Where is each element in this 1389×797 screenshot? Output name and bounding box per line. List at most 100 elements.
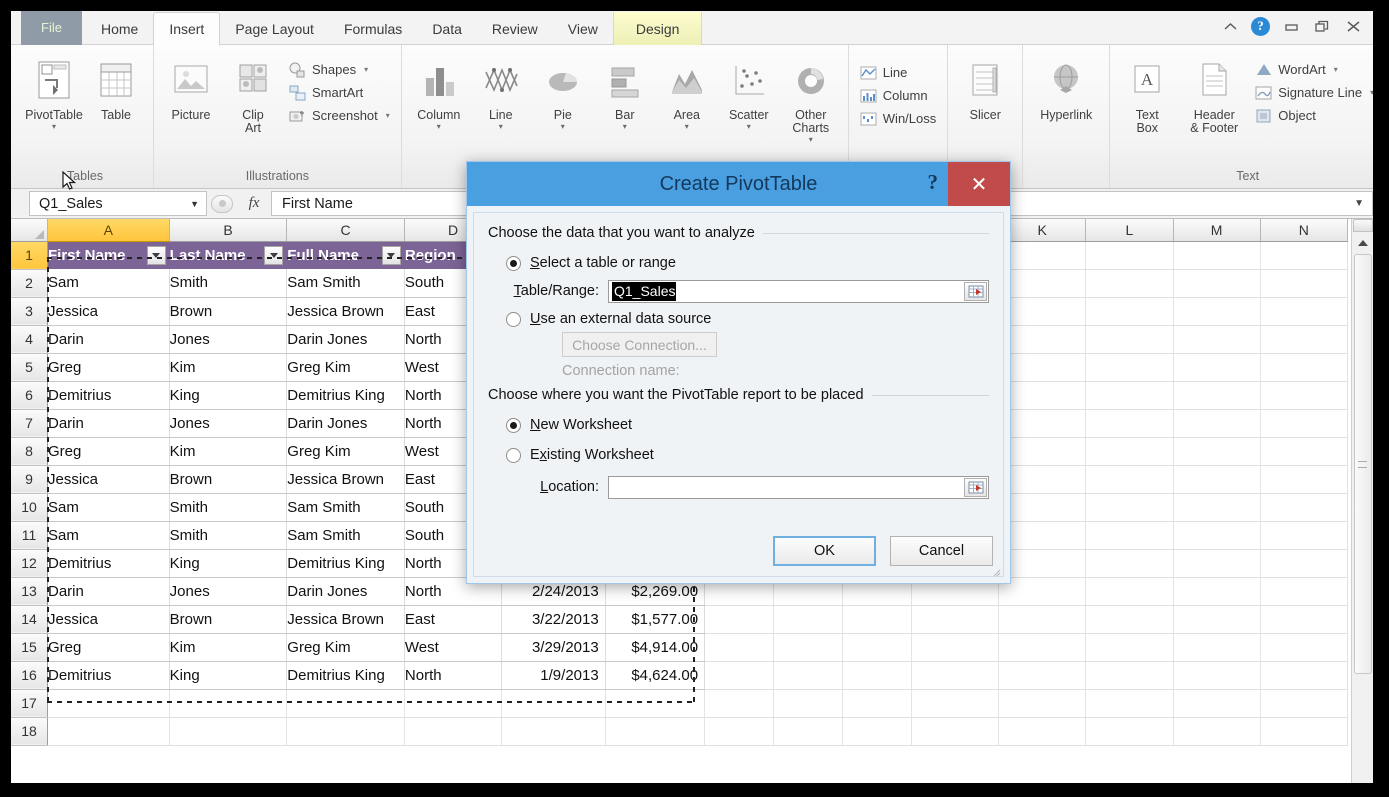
- tab-page-layout[interactable]: Page Layout: [220, 13, 329, 45]
- cell-blank[interactable]: [1086, 465, 1173, 493]
- cell-last-name[interactable]: King: [169, 661, 287, 689]
- cell-blank[interactable]: [169, 717, 287, 745]
- name-box[interactable]: Q1_Sales ▼: [29, 191, 207, 216]
- cell-first-name[interactable]: Demitrius: [48, 381, 170, 409]
- cell-blank[interactable]: [1086, 577, 1173, 605]
- cell-last-name[interactable]: Kim: [169, 437, 287, 465]
- existing-worksheet-radio[interactable]: [506, 448, 521, 463]
- cell-blank[interactable]: [1173, 325, 1260, 353]
- cell-blank[interactable]: [1173, 381, 1260, 409]
- cell-blank[interactable]: [911, 605, 998, 633]
- cell-blank[interactable]: [1260, 325, 1347, 353]
- cell-blank[interactable]: [1086, 493, 1173, 521]
- cell-blank[interactable]: [842, 605, 911, 633]
- table-header-last-name[interactable]: Last Name: [169, 241, 287, 269]
- help-icon[interactable]: ?: [1251, 17, 1270, 36]
- cell-blank[interactable]: [999, 381, 1086, 409]
- object-button[interactable]: Object: [1250, 104, 1373, 127]
- range-selector-icon[interactable]: [964, 478, 987, 497]
- cell-first-name[interactable]: Greg: [48, 353, 170, 381]
- picture-button[interactable]: Picture: [160, 51, 222, 122]
- column-chart-button[interactable]: Column ▾: [408, 51, 470, 130]
- line-chart-button[interactable]: Line ▾: [470, 51, 532, 130]
- cell-first-name[interactable]: Jessica: [48, 605, 170, 633]
- cell-last-name[interactable]: Jones: [169, 325, 287, 353]
- cell-blank[interactable]: [1173, 605, 1260, 633]
- chevron-down-icon[interactable]: ▾: [364, 65, 368, 74]
- cell-blank[interactable]: [1260, 549, 1347, 577]
- other-charts-button[interactable]: Other Charts ▾: [780, 51, 842, 143]
- text-box-button[interactable]: A Text Box: [1116, 51, 1178, 135]
- clip-art-button[interactable]: Clip Art: [222, 51, 284, 135]
- insert-function-icon[interactable]: fx: [237, 189, 271, 218]
- row-header-2[interactable]: 2: [11, 269, 48, 297]
- cell-blank[interactable]: [1086, 409, 1173, 437]
- chevron-down-icon[interactable]: ▼: [1354, 198, 1364, 209]
- tab-file[interactable]: File: [21, 11, 82, 45]
- column-header-a[interactable]: A: [48, 219, 170, 241]
- cell-blank[interactable]: [1086, 689, 1173, 717]
- tab-home[interactable]: Home: [86, 13, 153, 45]
- table-header-first-name[interactable]: First Name: [48, 241, 170, 269]
- location-input[interactable]: [608, 476, 989, 499]
- cell-full-name[interactable]: Demitrius King: [287, 549, 405, 577]
- cell-blank[interactable]: [1260, 269, 1347, 297]
- select-range-radio-row[interactable]: SSelect a table or rangeelect a table or…: [506, 250, 989, 276]
- cell-full-name[interactable]: Jessica Brown: [287, 605, 405, 633]
- cell-blank[interactable]: [999, 633, 1086, 661]
- sparkline-winloss-button[interactable]: Win/Loss: [855, 107, 941, 130]
- cell-region[interactable]: North: [404, 661, 501, 689]
- cell-last-name[interactable]: Jones: [169, 577, 287, 605]
- cell-blank[interactable]: [1260, 409, 1347, 437]
- cell-blank[interactable]: [1086, 661, 1173, 689]
- chevron-down-icon[interactable]: ▾: [561, 123, 565, 130]
- tab-design[interactable]: Design: [613, 12, 703, 45]
- row-header-15[interactable]: 15: [11, 633, 48, 661]
- cell-blank[interactable]: [1086, 605, 1173, 633]
- row-header-7[interactable]: 7: [11, 409, 48, 437]
- screenshot-button[interactable]: Screenshot ▾: [284, 104, 395, 127]
- cell-blank[interactable]: [999, 689, 1086, 717]
- wordart-button[interactable]: WordArt ▾: [1250, 58, 1373, 81]
- cell-blank[interactable]: [1260, 577, 1347, 605]
- cell-blank[interactable]: [1173, 353, 1260, 381]
- split-handle[interactable]: [1353, 219, 1373, 232]
- cell-blank[interactable]: [48, 717, 170, 745]
- cell-region[interactable]: East: [404, 605, 501, 633]
- ok-button[interactable]: OK: [773, 536, 876, 566]
- cell-blank[interactable]: [999, 521, 1086, 549]
- cell-last-name[interactable]: Kim: [169, 633, 287, 661]
- cell-blank[interactable]: [999, 493, 1086, 521]
- scrollbar-track[interactable]: [1354, 676, 1372, 783]
- cell-blank[interactable]: [999, 661, 1086, 689]
- cell-blank[interactable]: [999, 409, 1086, 437]
- cell-blank[interactable]: [999, 353, 1086, 381]
- cell-blank[interactable]: [1260, 605, 1347, 633]
- tab-data[interactable]: Data: [417, 13, 477, 45]
- cell-full-name[interactable]: Greg Kim: [287, 633, 405, 661]
- cell-blank[interactable]: [1173, 297, 1260, 325]
- hyperlink-button[interactable]: Hyperlink: [1029, 51, 1103, 122]
- cell-full-name[interactable]: Darin Jones: [287, 577, 405, 605]
- row-header-9[interactable]: 9: [11, 465, 48, 493]
- cell-blank[interactable]: [999, 437, 1086, 465]
- column-header-b[interactable]: B: [169, 219, 287, 241]
- cell-blank[interactable]: [1260, 465, 1347, 493]
- cell-blank[interactable]: [1173, 577, 1260, 605]
- cell-blank[interactable]: [774, 689, 843, 717]
- cell-blank[interactable]: [999, 325, 1086, 353]
- cell-blank[interactable]: [605, 689, 704, 717]
- cell-blank[interactable]: [605, 717, 704, 745]
- cell-blank[interactable]: [1086, 521, 1173, 549]
- cell-blank[interactable]: [1173, 633, 1260, 661]
- cell-blank[interactable]: [1173, 717, 1260, 745]
- close-icon[interactable]: [1343, 16, 1363, 36]
- cell-last-name[interactable]: King: [169, 549, 287, 577]
- cell-blank[interactable]: [911, 633, 998, 661]
- new-worksheet-radio-row[interactable]: NNew Worksheetew Worksheet: [506, 412, 989, 438]
- cell-blank[interactable]: [287, 717, 405, 745]
- chevron-down-icon[interactable]: ▾: [623, 123, 627, 130]
- area-chart-button[interactable]: Area ▾: [656, 51, 718, 130]
- cell-blank[interactable]: [1260, 661, 1347, 689]
- cell-full-name[interactable]: Sam Smith: [287, 521, 405, 549]
